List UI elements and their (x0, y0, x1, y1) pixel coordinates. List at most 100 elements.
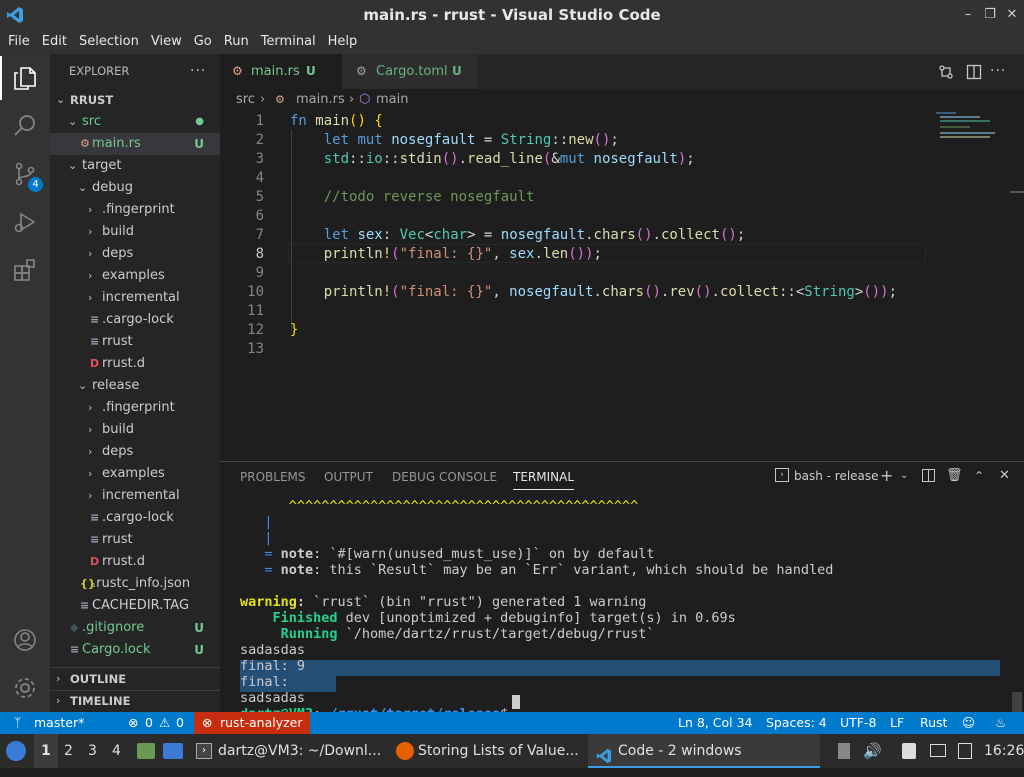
file-manager-icon[interactable] (137, 743, 155, 759)
breadcrumb-file[interactable]: main.rs (296, 89, 345, 111)
workspace-1[interactable]: 1 (41, 734, 51, 768)
indentation[interactable]: Spaces: 4 (766, 712, 827, 734)
maximize-panel-icon[interactable]: ⌃ (974, 462, 984, 490)
tree-item[interactable]: › .fingerprint (50, 199, 220, 221)
outline-section[interactable]: › OUTLINE (50, 668, 220, 690)
tree-item-label: .rustc_info.json (92, 576, 191, 591)
workspace-3[interactable]: 3 (88, 734, 97, 768)
tab-terminal[interactable]: TERMINAL (513, 462, 575, 490)
tab-debug-console[interactable]: DEBUG CONSOLE (392, 462, 497, 492)
scrollbar-marker (1010, 191, 1024, 193)
tree-item[interactable]: ≡ .cargo-lock (50, 309, 220, 331)
task-terminal[interactable]: dartz@VM3: ~/Downl... (218, 734, 381, 768)
chevron-down-icon[interactable]: ⌄ (900, 462, 908, 490)
menu-edit[interactable]: Edit (36, 30, 73, 54)
warning-count[interactable]: 0 (176, 712, 184, 734)
trash-icon[interactable]: 🗑 (946, 462, 963, 490)
tree-item[interactable]: ≡ Cargo.lock U (50, 639, 220, 661)
line-ending[interactable]: LF (890, 712, 904, 734)
breadcrumb-symbol[interactable]: main (376, 89, 408, 111)
search-icon[interactable] (0, 102, 50, 150)
scrollbar-thumb[interactable] (1012, 692, 1022, 712)
source-control-icon[interactable]: 4 (0, 150, 50, 198)
tree-item[interactable]: Drrust.d (50, 551, 220, 573)
error-count[interactable]: 0 (145, 712, 153, 734)
run-debug-icon[interactable] (0, 198, 50, 246)
show-desktop-icon[interactable] (163, 743, 183, 759)
more-actions-icon[interactable]: ··· (990, 54, 1006, 89)
open-changes-icon[interactable] (938, 64, 954, 80)
tree-item[interactable]: ⌄ src ● (50, 111, 220, 133)
tree-item[interactable]: ⌄ target (50, 155, 220, 177)
tab-problems[interactable]: PROBLEMS (240, 462, 306, 492)
tree-item[interactable]: Drrust.d (50, 353, 220, 375)
cursor-position[interactable]: Ln 8, Col 34 (678, 712, 753, 734)
tree-item[interactable]: › incremental (50, 485, 220, 507)
tree-item[interactable]: ⌄ debug (50, 177, 220, 199)
split-editor-icon[interactable] (966, 64, 982, 80)
minimap[interactable] (932, 111, 1012, 141)
git-branch[interactable]: master* (34, 712, 84, 734)
clipboard-icon[interactable] (902, 743, 916, 759)
tree-item[interactable]: ≡ .cargo-lock (50, 507, 220, 529)
timeline-section[interactable]: › TIMELINE (50, 690, 220, 712)
language-mode[interactable]: Rust (920, 712, 947, 734)
menu-go[interactable]: Go (188, 30, 218, 54)
tree-item[interactable]: › .fingerprint (50, 397, 220, 419)
task-firefox[interactable]: Storing Lists of Value... (418, 734, 579, 768)
manage-gear-icon[interactable] (0, 664, 50, 712)
tree-item[interactable]: › examples (50, 463, 220, 485)
menu-selection[interactable]: Selection (73, 30, 145, 54)
notifications-bell-icon[interactable]: ♨ (995, 712, 1006, 734)
split-terminal-icon[interactable] (922, 469, 935, 482)
code-editor[interactable]: 1 fn main() {2 let mut nosegfault = Strin… (220, 111, 1024, 461)
menu-file[interactable]: File (2, 30, 36, 54)
tree-item[interactable]: › examples (50, 265, 220, 287)
more-actions-icon[interactable]: ··· (190, 54, 206, 89)
menu-terminal[interactable]: Terminal (255, 30, 322, 54)
tree-item[interactable]: ≡ rrust (50, 529, 220, 551)
workspace-4[interactable]: 4 (112, 734, 121, 768)
workspace-2[interactable]: 2 (64, 734, 73, 768)
volume-icon[interactable]: 🔊 (863, 734, 882, 768)
feedback-icon[interactable]: ☺ (962, 712, 975, 734)
minimize-icon[interactable]: – (960, 7, 976, 23)
extensions-icon[interactable] (0, 246, 50, 294)
tree-item[interactable]: ≡ rrust (50, 331, 220, 353)
terminal-selector[interactable]: bash - release (794, 462, 879, 490)
menu-help[interactable]: Help (322, 30, 364, 54)
close-icon[interactable]: ✕ (1004, 7, 1020, 23)
tree-item[interactable]: ⚙ main.rs U (50, 133, 220, 155)
menu-run[interactable]: Run (218, 30, 255, 54)
chevron-right-icon: › (56, 672, 61, 685)
account-icon[interactable] (0, 616, 50, 664)
maximize-icon[interactable]: ❐ (982, 7, 998, 23)
tray-device-icon[interactable] (838, 743, 850, 759)
tab-cargo-toml[interactable]: ⚙ Cargo.toml U (342, 54, 478, 89)
tree-item[interactable]: › deps (50, 243, 220, 265)
tab-output[interactable]: OUTPUT (324, 462, 373, 492)
tree-item[interactable]: ◆ .gitignore U (50, 617, 220, 639)
encoding[interactable]: UTF-8 (840, 712, 876, 734)
tree-item[interactable]: ≡ CACHEDIR.TAG (50, 595, 220, 617)
tree-item[interactable]: › incremental (50, 287, 220, 309)
menu-view[interactable]: View (145, 30, 188, 54)
root-folder[interactable]: ⌄ RRUST (50, 89, 220, 111)
new-terminal-icon[interactable]: + (880, 462, 893, 490)
close-panel-icon[interactable]: ✕ (999, 462, 1010, 490)
start-menu-icon[interactable] (6, 741, 26, 761)
git-status-badge: U (194, 643, 204, 657)
tree-item[interactable]: ⌄ release (50, 375, 220, 397)
task-vscode[interactable]: Code - 2 windows (618, 734, 742, 768)
tree-item[interactable]: › build (50, 419, 220, 441)
tree-item[interactable]: {} .rustc_info.json (50, 573, 220, 595)
network-icon[interactable] (930, 744, 946, 757)
breadcrumb-src[interactable]: src (236, 89, 255, 111)
tree-item[interactable]: › build (50, 221, 220, 243)
explorer-icon[interactable] (0, 54, 50, 102)
battery-icon[interactable] (958, 743, 972, 759)
tree-item[interactable]: › deps (50, 441, 220, 463)
rust-analyzer-status[interactable]: ⊗ rust-analyzer (194, 712, 310, 734)
clock[interactable]: 16:26 (984, 734, 1024, 768)
tab-main-rs[interactable]: ⚙ main.rs U (220, 54, 342, 89)
